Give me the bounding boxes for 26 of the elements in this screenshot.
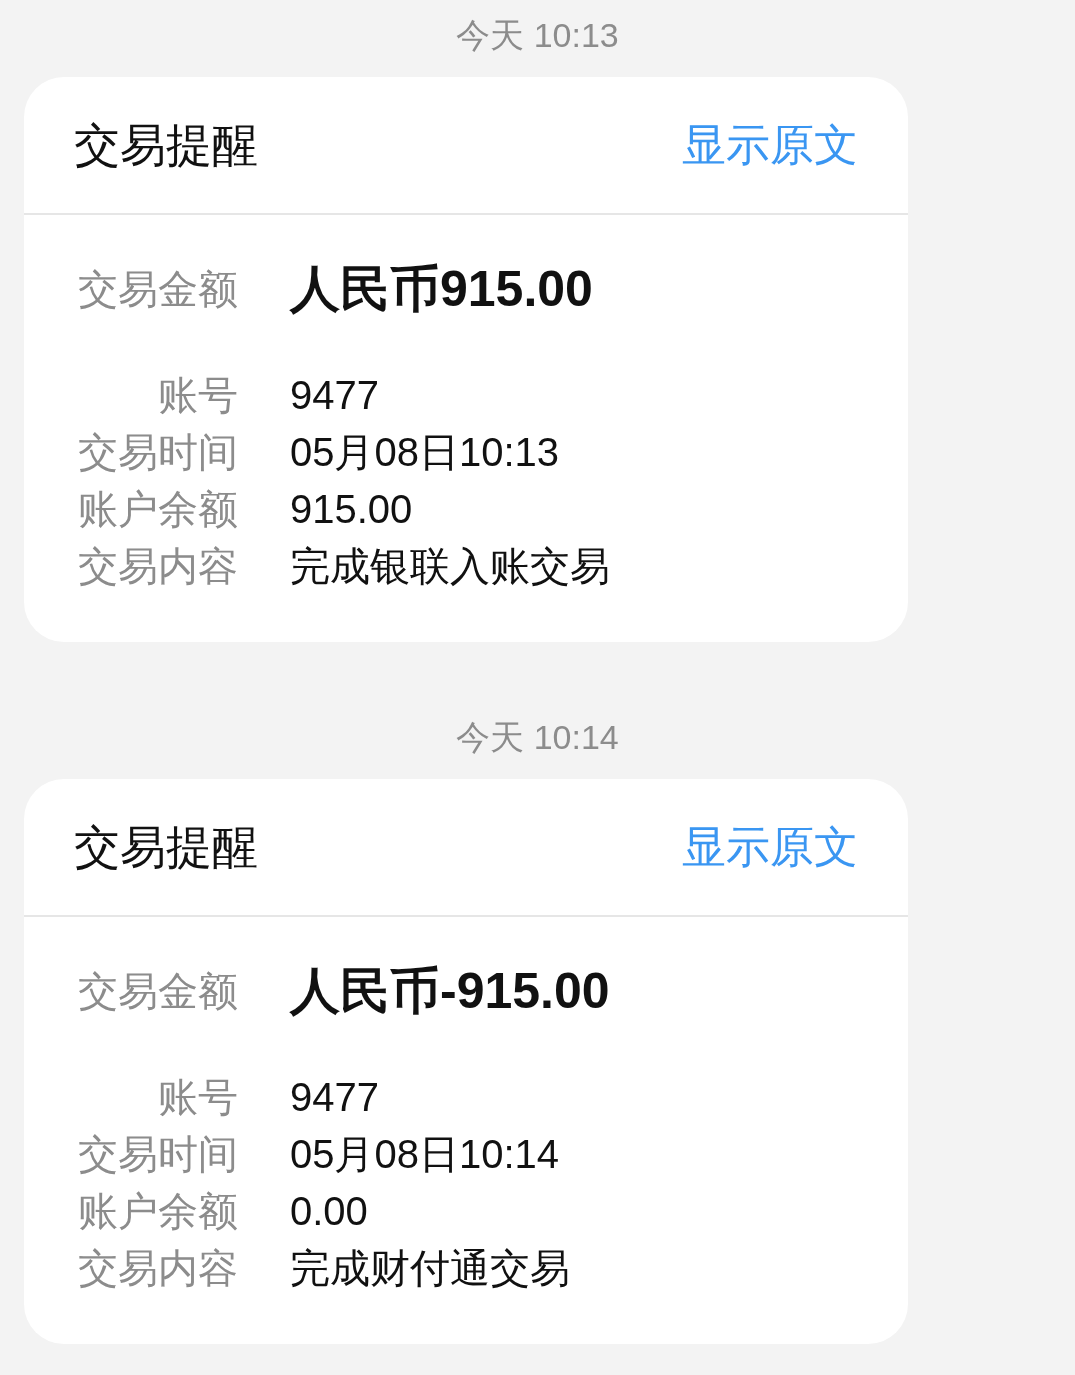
timestamp: 今天 10:14 [456,717,619,757]
amount-value: 人民币-915.00 [290,962,610,1021]
field-value: 9477 [290,1073,379,1121]
field-label: 交易时间 [77,1130,238,1178]
field-value: 9477 [290,371,379,419]
field-value: 完成财付通交易 [290,1244,570,1292]
field-label: 交易内容 [77,1244,238,1292]
card-title: 交易提醒 [74,820,258,875]
field-label: 账户余额 [77,1187,238,1235]
field-label: 交易金额 [77,266,238,313]
field-label: 账户余额 [77,485,238,533]
field-value: 05月08日10:14 [290,1130,560,1178]
field-value: 05月08日10:13 [290,428,560,476]
field-value: 915.00 [290,485,413,533]
field-label: 账号 [157,1073,238,1121]
field-value: 完成银联入账交易 [290,542,610,590]
field-label: 交易金额 [77,968,238,1015]
show-original-link[interactable]: 显示原文 [682,819,858,875]
card-title: 交易提醒 [74,118,258,173]
amount-value: 人民币915.00 [290,260,593,319]
show-original-link[interactable]: 显示原文 [682,117,858,173]
timestamp: 今天 10:13 [456,15,619,55]
field-label: 账号 [157,371,238,419]
field-value: 0.00 [290,1187,368,1235]
field-label: 交易内容 [77,542,238,590]
field-label: 交易时间 [77,428,238,476]
